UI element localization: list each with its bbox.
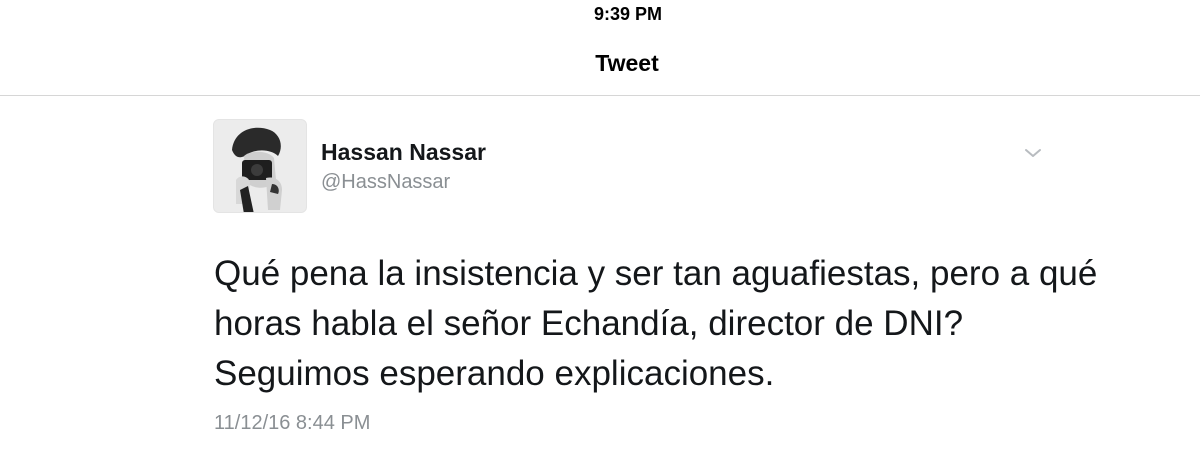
nav-bar: Tweet bbox=[0, 34, 1200, 96]
chevron-down-icon[interactable] bbox=[1020, 143, 1046, 163]
status-time: 9:39 PM bbox=[593, 4, 663, 24]
tweet-text-line: horas habla el señor Echandía, director … bbox=[214, 304, 964, 343]
tweet-text-line: Seguimos esperando explicaciones. bbox=[214, 354, 775, 393]
tweet-detail: Hassan Nassar @HassNassar Qué pena la in… bbox=[0, 97, 1200, 458]
tweet-text-line: Qué pena la insistencia y ser tan aguafi… bbox=[214, 254, 1098, 293]
status-bar: 9:39 PM bbox=[0, 0, 1200, 34]
display-name[interactable]: Hassan Nassar bbox=[321, 139, 486, 166]
page-title: Tweet bbox=[595, 50, 659, 76]
avatar[interactable] bbox=[213, 119, 307, 213]
tweet-timestamp: 11/12/16 8:44 PM bbox=[214, 412, 371, 434]
user-handle[interactable]: @HassNassar bbox=[321, 171, 450, 194]
tweet-text: Qué pena la insistencia y ser tan aguafi… bbox=[214, 249, 1098, 399]
